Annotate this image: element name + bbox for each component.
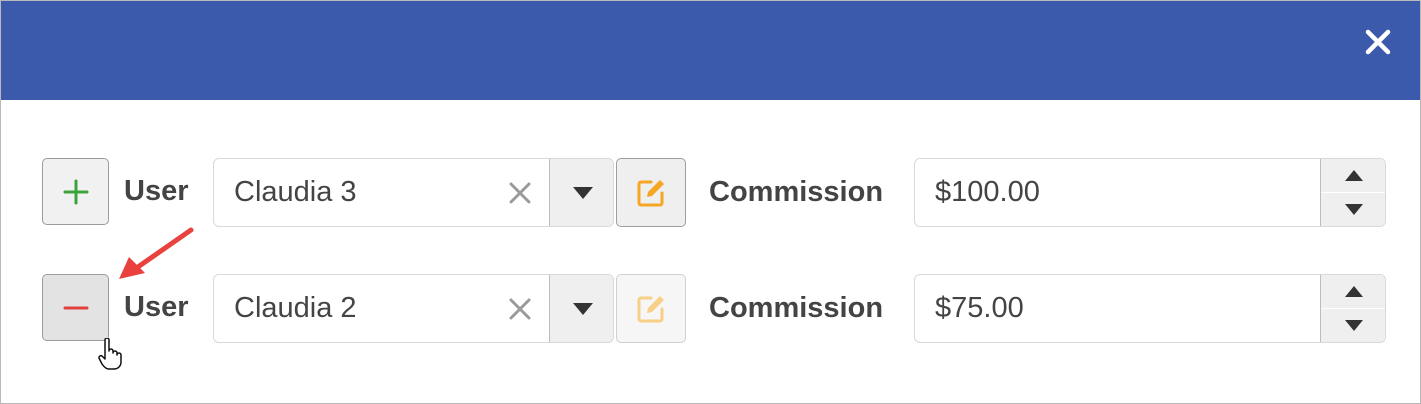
- commission-label: Commission: [709, 292, 884, 324]
- dropdown-button[interactable]: [550, 159, 613, 226]
- clear-icon[interactable]: [506, 295, 534, 323]
- user-combobox-value: Claudia 2: [234, 292, 357, 324]
- plus-icon: [63, 179, 88, 204]
- caret-down-icon: [1345, 204, 1363, 215]
- user-combobox-value: Claudia 3: [234, 176, 357, 208]
- caret-down-icon: [1345, 320, 1363, 331]
- increment-button[interactable]: [1321, 275, 1385, 308]
- edit-icon: [637, 295, 664, 322]
- decrement-button[interactable]: [1321, 193, 1385, 226]
- clear-icon[interactable]: [506, 179, 534, 207]
- caret-down-icon: [572, 186, 593, 199]
- add-row-button[interactable]: [42, 158, 109, 225]
- remove-row-button[interactable]: [42, 274, 109, 341]
- commission-value: $100.00: [935, 176, 1040, 208]
- caret-up-icon: [1345, 286, 1363, 297]
- user-label: User: [124, 291, 189, 323]
- edit-icon: [637, 179, 664, 206]
- close-icon[interactable]: [1364, 28, 1392, 56]
- user-label: User: [124, 175, 189, 207]
- annotation-arrow-icon: [119, 227, 194, 279]
- caret-down-icon: [572, 302, 593, 315]
- dialog-header: [1, 1, 1420, 100]
- commission-label: Commission: [709, 176, 884, 208]
- increment-button[interactable]: [1321, 159, 1385, 192]
- edit-user-button[interactable]: [616, 158, 686, 227]
- dialog: User Claudia 3 Commission $100.00 User C…: [0, 0, 1421, 404]
- minus-icon: [63, 306, 88, 309]
- dropdown-button[interactable]: [550, 275, 613, 342]
- commission-input[interactable]: $100.00: [914, 158, 1386, 227]
- user-combobox[interactable]: Claudia 3: [213, 158, 614, 227]
- commission-row: User Claudia 3 Commission $100.00: [42, 158, 1387, 228]
- decrement-button[interactable]: [1321, 309, 1385, 342]
- hand-pointer-icon: [98, 338, 122, 370]
- commission-row: User Claudia 2 Commission $75.00: [42, 274, 1387, 344]
- edit-user-button[interactable]: [616, 274, 686, 343]
- commission-value: $75.00: [935, 292, 1024, 324]
- commission-input[interactable]: $75.00: [914, 274, 1386, 343]
- caret-up-icon: [1345, 170, 1363, 181]
- user-combobox[interactable]: Claudia 2: [213, 274, 614, 343]
